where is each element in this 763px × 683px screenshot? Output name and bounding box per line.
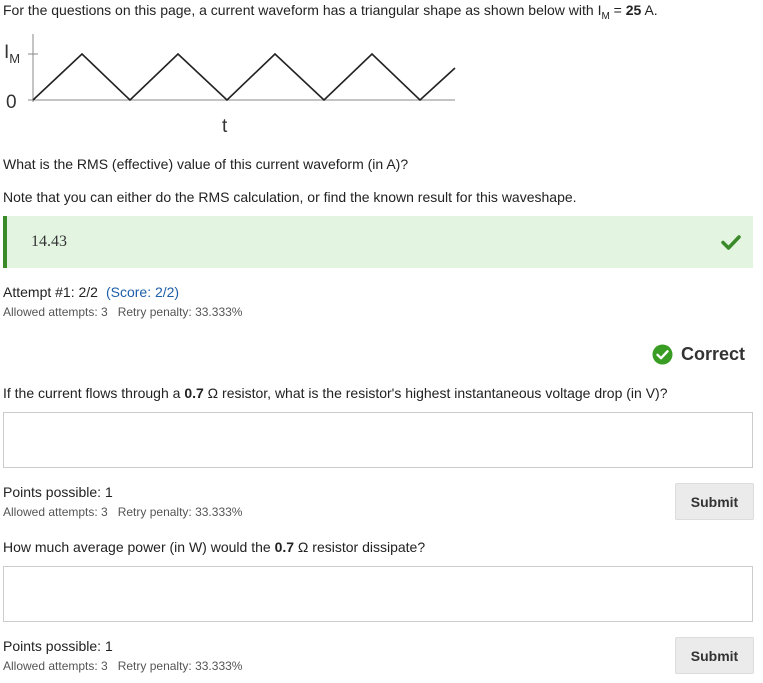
retry-penalty: Retry penalty: 33.333% bbox=[117, 659, 243, 673]
question-1-answer-value: 14.43 bbox=[31, 233, 67, 250]
waveform-y-label: IM bbox=[4, 42, 20, 66]
intro-variable-subscript: M bbox=[601, 10, 610, 22]
attempt-count: Attempt #1: 2/2 bbox=[3, 284, 98, 300]
question-2-points: Points possible: 1 bbox=[3, 484, 113, 500]
waveform-x-label: t bbox=[222, 116, 228, 137]
question-2-resistance-value: 0.7 bbox=[184, 385, 204, 401]
question-3-text-after: Ω resistor dissipate? bbox=[294, 539, 426, 555]
question-1-attempt-info: Attempt #1: 2/2 (Score: 2/2) bbox=[3, 284, 179, 300]
problem-intro: For the questions on this page, a curren… bbox=[3, 2, 658, 22]
correct-label: Correct bbox=[680, 344, 745, 364]
score-text: (Score: 2/2) bbox=[105, 284, 180, 300]
question-1-text: What is the RMS (effective) value of thi… bbox=[3, 156, 409, 172]
intro-text: For the questions on this page, a curren… bbox=[3, 2, 598, 18]
retry-penalty: Retry penalty: 33.333% bbox=[117, 505, 243, 519]
question-3-resistance-value: 0.7 bbox=[274, 539, 295, 555]
question-3-meta: Allowed attempts: 3 Retry penalty: 33.333… bbox=[3, 659, 242, 673]
intro-unit: A. bbox=[641, 2, 658, 18]
allowed-attempts: Allowed attempts: 3 bbox=[3, 305, 108, 319]
allowed-attempts: Allowed attempts: 3 bbox=[3, 659, 108, 673]
intro-equals: = bbox=[609, 2, 626, 18]
triangle-waveform-figure: IM 0 t bbox=[4, 34, 456, 137]
question-2-text-after: Ω resistor, what is the resistor's highe… bbox=[203, 385, 668, 401]
question-3-answer-input[interactable] bbox=[3, 566, 753, 622]
question-3-points: Points possible: 1 bbox=[3, 638, 113, 654]
waveform-zero-label: 0 bbox=[6, 92, 17, 113]
triangle-wave-line bbox=[32, 52, 456, 102]
retry-penalty: Retry penalty: 33.333% bbox=[117, 305, 243, 319]
waveform-y-axis bbox=[28, 34, 38, 102]
question-2-text: If the current flows through a 0.7 Ω res… bbox=[3, 385, 668, 401]
allowed-attempts: Allowed attempts: 3 bbox=[3, 505, 108, 519]
question-3-submit-button[interactable]: Submit bbox=[675, 637, 754, 674]
intro-value: 25 bbox=[625, 2, 642, 18]
question-2-text-before: If the current flows through a bbox=[3, 385, 185, 401]
question-1-meta: Allowed attempts: 3 Retry penalty: 33.333… bbox=[3, 305, 242, 319]
question-2-meta: Allowed attempts: 3 Retry penalty: 33.333… bbox=[3, 505, 242, 519]
check-circle-icon bbox=[652, 344, 673, 365]
question-3-text-before: How much average power (in W) would the bbox=[3, 539, 275, 555]
question-2-answer-input[interactable] bbox=[3, 412, 753, 468]
question-3-text: How much average power (in W) would the … bbox=[3, 539, 425, 555]
question-2-submit-button[interactable]: Submit bbox=[675, 483, 754, 520]
question-1-answer-field[interactable]: 14.43 bbox=[3, 216, 753, 268]
correct-status: Correct bbox=[652, 344, 745, 365]
question-1-note: Note that you can either do the RMS calc… bbox=[3, 189, 577, 205]
checkmark-icon bbox=[721, 235, 741, 250]
